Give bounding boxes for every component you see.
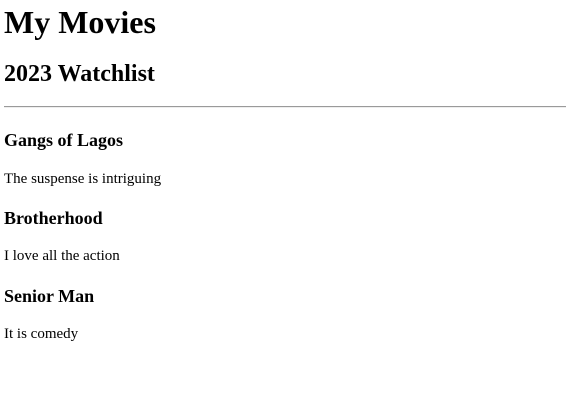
- page-title: My Movies: [4, 4, 156, 40]
- page-subtitle: 2023 Watchlist: [4, 61, 155, 87]
- movie-note-gangs-of-lagos: The suspense is intriguing: [4, 171, 162, 187]
- divider: [4, 106, 566, 108]
- movie-title-gangs-of-lagos: Gangs of Lagos: [4, 130, 124, 150]
- movie-note-brotherhood: I love all the action: [4, 248, 120, 264]
- movie-note-senior-man: It is comedy: [4, 326, 79, 342]
- page: My Movies 2023 Watchlist Gangs of Lagos …: [0, 0, 566, 410]
- movie-title-brotherhood: Brotherhood: [4, 208, 103, 228]
- movie-title-senior-man: Senior Man: [4, 286, 95, 306]
